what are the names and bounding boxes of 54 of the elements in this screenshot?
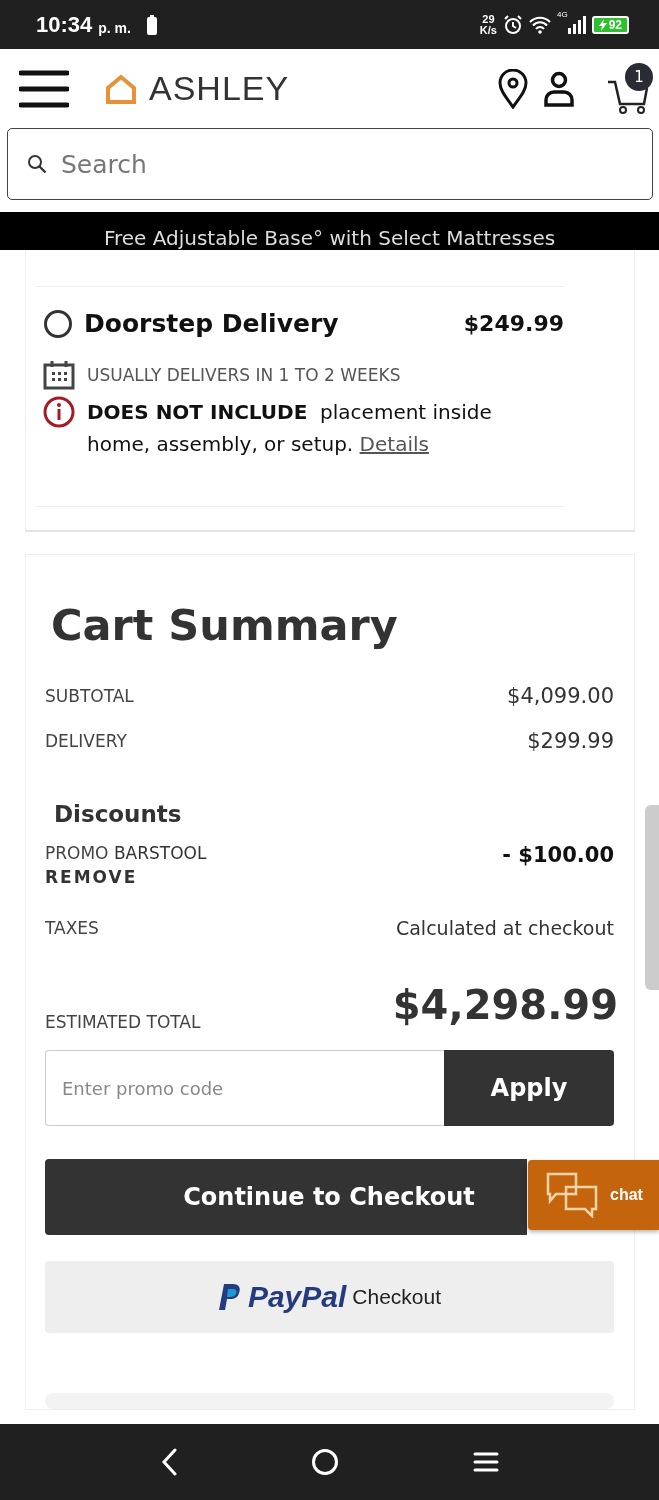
remove-promo-link[interactable]: REMOVE: [45, 867, 207, 887]
promo-code-field[interactable]: Enter promo code: [45, 1050, 444, 1126]
chat-button[interactable]: chat: [528, 1160, 659, 1230]
back-icon[interactable]: [160, 1448, 177, 1476]
home-icon[interactable]: [310, 1448, 339, 1476]
alarm-icon: [502, 14, 523, 35]
account-icon[interactable]: [543, 70, 575, 107]
delivery-estimate: USUALLY DELIVERS IN 1 TO 2 WEEKS: [87, 365, 401, 385]
status-time: 10:34: [36, 11, 93, 38]
network-speed: 29: [482, 13, 495, 25]
location-pin-icon[interactable]: [497, 68, 529, 109]
promo-code-label: PROMO BARSTOOL: [45, 843, 207, 863]
house-logo-icon: [105, 73, 137, 104]
details-link[interactable]: Details: [359, 432, 429, 456]
delivery-price: $249.99: [463, 311, 564, 336]
battery-level: 92: [608, 17, 622, 32]
cart-summary-title: Cart Summary: [51, 599, 399, 651]
info-icon: [43, 396, 75, 428]
battery-saver-icon: [146, 14, 157, 35]
delivery-notice: DOES NOT INCLUDE placement inside home, assembly, or setup. Details: [87, 399, 493, 458]
network-type: 4G: [556, 10, 568, 19]
chat-bubbles-icon: [546, 1172, 598, 1218]
speed-unit: K/s: [479, 24, 497, 36]
wifi-icon: [528, 15, 551, 34]
taxes-label: TAXES: [45, 917, 99, 938]
discounts-title: Discounts: [54, 801, 183, 827]
cart-count-badge: 1: [625, 62, 653, 91]
summary-label: SUBTOTAL: [45, 685, 134, 706]
paypal-p-icon: [217, 1283, 242, 1311]
summary-value: $299.99: [527, 728, 614, 753]
estimated-total-label: ESTIMATED TOTAL: [45, 1012, 201, 1032]
search-field[interactable]: Search: [7, 128, 653, 200]
menu-icon[interactable]: [19, 69, 69, 108]
brand-logo[interactable]: ASHLEY: [149, 69, 290, 108]
promo-banner[interactable]: Free Adjustable Base° with Select Mattresses: [0, 212, 659, 250]
promo-banner-text: Free Adjustable Base° with Select Mattresses: [103, 226, 556, 250]
delivery-option-name: Doorstep Delivery: [84, 309, 339, 338]
status-ampm: p. m.: [98, 19, 131, 36]
paypal-checkout-button[interactable]: PayPal Checkout: [45, 1261, 614, 1333]
apply-button[interactable]: Apply: [444, 1050, 614, 1126]
estimated-total-value: $4,298.99: [392, 982, 618, 1028]
search-icon: [27, 154, 47, 174]
discount-value: - $100.00: [502, 843, 614, 867]
scroll-bar[interactable]: [645, 805, 659, 990]
signal-icon: [567, 15, 586, 34]
continue-to-checkout-button[interactable]: Continue to Checkout: [45, 1159, 527, 1235]
charging-icon: [598, 18, 607, 31]
radio-button[interactable]: [44, 309, 72, 338]
recent-apps-icon[interactable]: [472, 1451, 499, 1473]
taxes-value: Calculated at checkout: [395, 916, 614, 939]
calendar-icon: [43, 360, 75, 390]
summary-value: $4,099.00: [507, 683, 614, 708]
paypal-logo: PayPal: [247, 1280, 347, 1314]
summary-label: DELIVERY: [45, 730, 127, 751]
